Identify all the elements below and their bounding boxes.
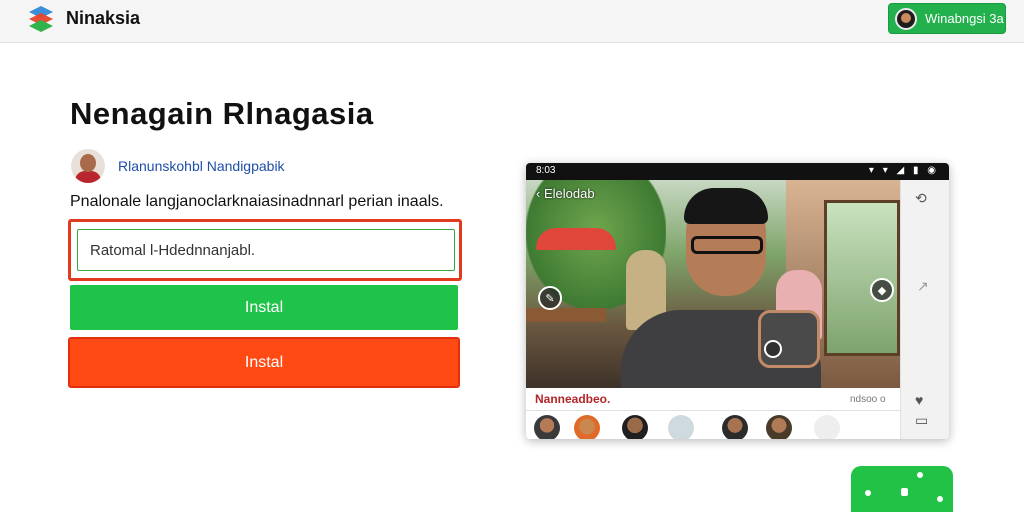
- record-icon[interactable]: [764, 340, 782, 358]
- phone-status-bar: 8:03 ▾ ▾ ◢ ▮ ◉: [526, 163, 949, 180]
- user-account-label: Winabngsi 3a: [925, 11, 1004, 26]
- install-button-highlighted[interactable]: Instal: [68, 337, 460, 388]
- thumbnail-item[interactable]: [668, 415, 694, 439]
- text-input[interactable]: [77, 229, 455, 271]
- options-icon[interactable]: ◆: [870, 278, 894, 302]
- highlighted-input-frame: [68, 219, 462, 281]
- thumbnail-strip: [534, 415, 894, 439]
- user-avatar: [895, 7, 917, 30]
- user-account-button[interactable]: Winabngsi 3a: [888, 3, 1006, 34]
- video-back-button[interactable]: ‹ Elelodab: [536, 186, 595, 201]
- brand-name[interactable]: Ninaksia: [66, 8, 140, 29]
- video-frame[interactable]: ‹ Elelodab ✎ ◆: [526, 180, 900, 388]
- video-caption: Nanneadbeo.: [535, 392, 611, 406]
- heart-icon[interactable]: ♥: [915, 392, 923, 408]
- comment-icon[interactable]: ▭: [915, 412, 928, 429]
- status-time: 8:03: [536, 165, 556, 176]
- fab-dot: [937, 496, 943, 502]
- phone-preview: 8:03 ▾ ▾ ◢ ▮ ◉ ‹ Elelodab ✎ ◆ ⟲ ♥ ▭ ↗ Na…: [526, 163, 949, 439]
- thumbnail-item[interactable]: [814, 415, 840, 439]
- author-name-link[interactable]: Rlanunskohbl Nandigpabik: [118, 158, 285, 174]
- page-title: Nenagain Rlnagasia: [70, 96, 374, 131]
- video-caption-meta: ndsoo o: [850, 394, 886, 405]
- fab-dot: [917, 472, 923, 478]
- description-text: Pnalonale langjanoclarknaiasinadnnarl pe…: [70, 193, 444, 210]
- fab-dot: [901, 488, 908, 496]
- thumbnail-item[interactable]: [766, 415, 792, 439]
- back-arrow-icon: ‹: [536, 186, 544, 201]
- top-bar: Ninaksia Winabngsi 3a: [0, 0, 1024, 43]
- fab-dot: [865, 490, 871, 496]
- video-title-label: Elelodab: [543, 186, 595, 201]
- thumbnail-item[interactable]: [622, 415, 648, 439]
- app-logo-icon[interactable]: [27, 4, 55, 34]
- install-button-primary[interactable]: Instal: [70, 285, 458, 330]
- share-icon[interactable]: ↗: [917, 278, 929, 295]
- floating-action-button[interactable]: [851, 466, 953, 512]
- thumbnail-item[interactable]: [574, 415, 600, 439]
- thumbnail-item[interactable]: [722, 415, 748, 439]
- status-icons: ▾ ▾ ◢ ▮ ◉: [868, 165, 939, 176]
- edit-icon[interactable]: ✎: [538, 286, 562, 310]
- author-avatar[interactable]: [71, 149, 105, 183]
- side-action-rail: ⟲ ♥ ▭ ↗: [900, 180, 949, 439]
- divider: [526, 410, 900, 411]
- thumbnail-item[interactable]: [534, 415, 560, 439]
- rotate-icon[interactable]: ⟲: [915, 190, 927, 207]
